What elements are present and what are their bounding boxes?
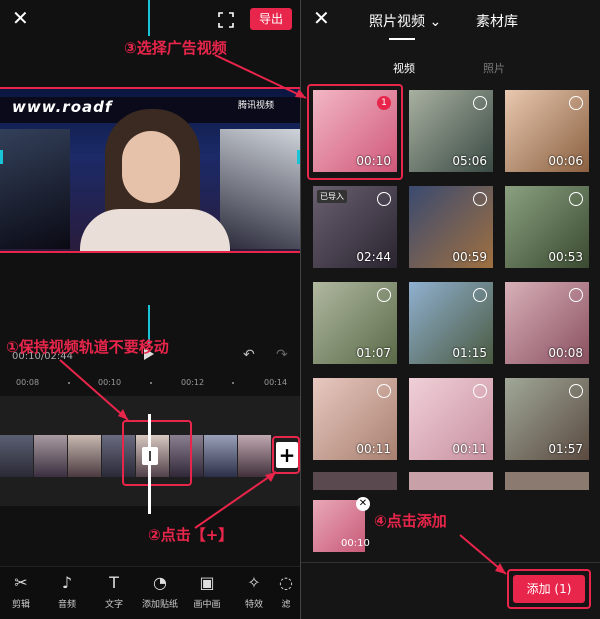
screen: ✕ 导出 www.roadf 腾讯视频 00:10/02:44 ↶ ↷ 00:0… xyxy=(0,0,600,619)
annotation-arrows xyxy=(59,54,507,575)
annotation-step1: ①保持视频轨道不要移动 xyxy=(6,338,169,356)
annotation-step2: ②点击【+】 xyxy=(148,526,234,544)
annotation-step4: ④点击添加 xyxy=(374,512,447,530)
annotation-step3: ③选择广告视频 xyxy=(124,39,227,57)
